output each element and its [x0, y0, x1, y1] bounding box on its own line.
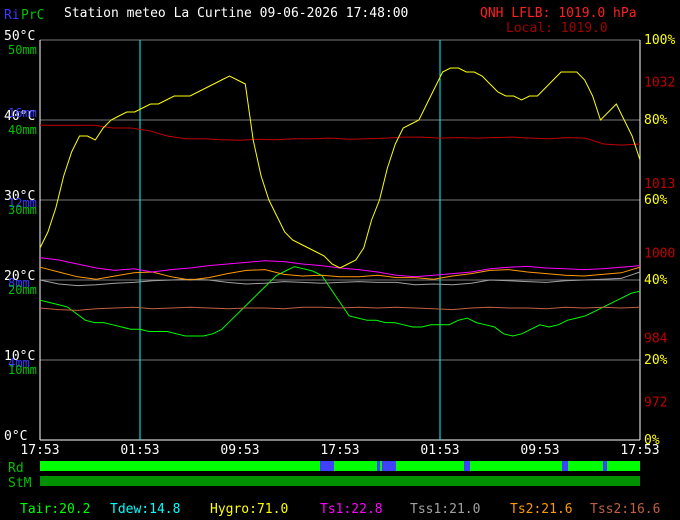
stm-status-bar: [40, 476, 640, 486]
rain-tick-label: 16mm: [8, 106, 37, 120]
hygro-tick-label: 0%: [644, 433, 660, 448]
legend-hygro: Hygro:71.0: [210, 502, 288, 517]
pressure-tick-label: 972: [644, 396, 667, 411]
pressure-tick-label: 1013: [644, 177, 675, 192]
hygro-tick-label: 40%: [644, 273, 668, 288]
x-tick-label: 17:53: [20, 443, 59, 458]
pressure-tick-label: 1032: [644, 76, 675, 91]
prc-tick-label: 50mm: [8, 43, 37, 57]
ri-label: Ri: [4, 8, 20, 23]
pressure-tick-label: 1000: [644, 246, 675, 261]
pressure-tick-label: 984: [644, 332, 668, 347]
prc-tick-label: 20mm: [8, 283, 37, 297]
rd-bar-rain-segment: [392, 461, 396, 471]
qnh-label: QNH LFLB: 1019.0 hPa: [480, 6, 637, 21]
prc-label: PrC: [21, 8, 44, 23]
x-tick-label: 09:53: [520, 443, 559, 458]
x-tick-label: 01:53: [120, 443, 159, 458]
legend-tss1: Tss1:21.0: [410, 502, 480, 517]
x-tick-label: 01:53: [420, 443, 459, 458]
local-pressure-label: Local: 1019.0: [506, 21, 608, 36]
rd-bar-rain-segment: [377, 461, 380, 471]
chart-title: Station meteo La Curtine 09-06-2026 17:4…: [64, 6, 408, 21]
rd-bar-rain-segment: [603, 461, 607, 471]
rd-label: Rd: [8, 461, 24, 476]
prc-tick-label: 30mm: [8, 203, 37, 217]
rd-status-bar: [40, 461, 640, 471]
legend-tair: Tair:20.2: [20, 502, 90, 517]
stm-label: StM: [8, 476, 32, 491]
legend-ts2: Ts2:21.6: [510, 502, 573, 517]
hygro-tick-label: 20%: [644, 353, 668, 368]
rd-bar-fill: [40, 461, 640, 471]
legend-tss2: Tss2:16.6: [590, 502, 660, 517]
legend: Tair:20.2 Tdew:14.8 Hygro:71.0 Ts1:22.8 Tss1…: [20, 502, 660, 517]
rd-bar-rain-segment: [464, 461, 470, 471]
hygro-tick-label: 100%: [644, 33, 675, 48]
temp-tick-label: 50°C: [4, 29, 35, 44]
prc-tick-label: 40mm: [8, 123, 37, 137]
prc-tick-label: 10mm: [8, 363, 37, 377]
hygro-tick-label: 80%: [644, 113, 668, 128]
rd-bar-rain-segment: [320, 461, 334, 471]
hygro-tick-label: 60%: [644, 193, 668, 208]
legend-ts1: Ts1:22.8: [320, 502, 383, 517]
weather-chart: Ri PrC Station meteo La Curtine 09-06-20…: [0, 0, 680, 520]
rd-bar-rain-segment: [562, 461, 568, 471]
rd-bar-rain-segment: [382, 461, 392, 471]
x-tick-label: 09:53: [220, 443, 259, 458]
legend-tdew: Tdew:14.8: [110, 502, 180, 517]
x-tick-label: 17:53: [320, 443, 359, 458]
temp-tick-label: 0°C: [4, 429, 27, 444]
